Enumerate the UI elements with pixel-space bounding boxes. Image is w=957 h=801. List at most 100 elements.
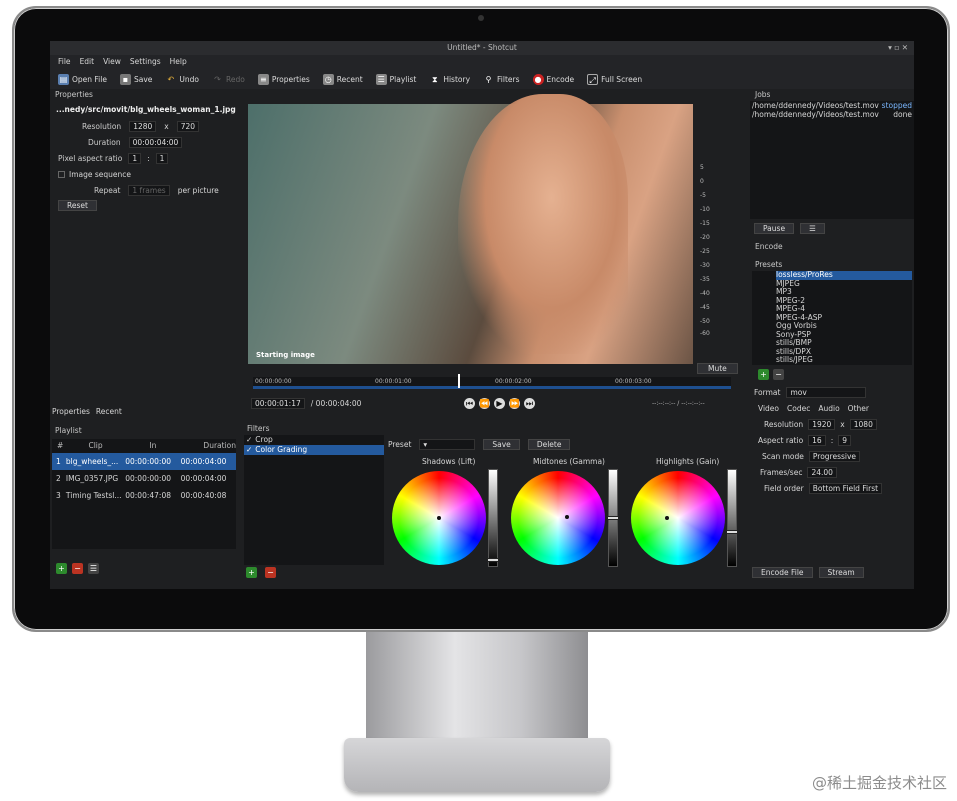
preset-item[interactable]: stills/JPEG — [776, 355, 912, 365]
open-file-button[interactable]: ▤ Open File — [58, 73, 107, 85]
wheel-handle[interactable] — [565, 515, 569, 519]
par-den-field[interactable]: 1 — [155, 152, 169, 164]
height-field[interactable]: 720 — [176, 120, 200, 132]
playhead[interactable] — [458, 374, 460, 388]
tab-codec[interactable]: Codec — [787, 404, 810, 413]
job-row[interactable]: /home/ddennedy/Videos/test.mov stopped — [752, 101, 912, 110]
field-order-select[interactable]: Bottom Field First — [808, 482, 883, 494]
reset-button[interactable]: Reset — [58, 200, 97, 211]
aspect-num-field[interactable]: 16 — [808, 434, 826, 446]
job-row[interactable]: /home/ddennedy/Videos/test.mov done — [752, 110, 912, 119]
history-button[interactable]: ⧗ History — [429, 74, 470, 85]
duration-field[interactable]: 00:00:04:00 — [128, 136, 183, 148]
webcam — [478, 15, 484, 21]
menu-settings[interactable]: Settings — [130, 55, 161, 69]
shadows-slider[interactable] — [487, 469, 499, 567]
rewind-icon[interactable]: ⏪ — [479, 398, 490, 409]
tab-properties[interactable]: Properties — [52, 407, 90, 416]
table-row[interactable]: 2 IMG_0357.JPG 00:00:00:00 00:00:04:00 — [52, 470, 236, 487]
recent-button[interactable]: ◷ Recent — [322, 73, 363, 85]
wheel-handle[interactable] — [665, 516, 669, 520]
fps-field[interactable]: 24.00 — [807, 466, 837, 478]
menu-file[interactable]: File — [58, 55, 71, 69]
remove-preset-icon[interactable]: − — [773, 369, 784, 380]
row-duration: 00:00:40:08 — [180, 491, 227, 500]
skip-previous-icon[interactable]: ⏮ — [464, 398, 475, 409]
slider-knob[interactable] — [726, 530, 738, 534]
window-title: Untitled* - Shotcut — [447, 43, 517, 52]
file-name: ...nedy/src/movit/blg_wheels_woman_1.jpg — [56, 105, 236, 114]
col-header[interactable]: Clip — [66, 439, 125, 453]
redo-button[interactable]: ↷ Redo — [212, 74, 245, 85]
stream-button[interactable]: Stream — [818, 567, 864, 578]
monitor-base — [344, 738, 610, 792]
pause-button[interactable]: Pause — [754, 223, 795, 234]
duration-label: Duration — [88, 137, 121, 147]
meter-tick: -50 — [700, 318, 710, 325]
col-header[interactable]: Duration — [181, 439, 236, 453]
format-select[interactable]: mov — [786, 386, 867, 398]
filters-button[interactable]: ⚲ Filters — [483, 74, 520, 85]
save-preset-button[interactable]: Save — [483, 439, 520, 450]
image-sequence-checkbox[interactable] — [58, 170, 65, 178]
window-controls[interactable]: ▾ ▫ ✕ — [888, 41, 908, 55]
add-filter-icon[interactable]: + — [246, 567, 257, 578]
menu-view[interactable]: View — [103, 55, 121, 69]
tab-other[interactable]: Other — [848, 404, 869, 413]
tab-video[interactable]: Video — [758, 404, 779, 413]
aspect-den-field[interactable]: 9 — [838, 434, 852, 446]
resolution-label: Resolution — [82, 121, 122, 131]
encode-file-button[interactable]: Encode File — [752, 567, 813, 578]
properties-icon: ≡ — [257, 73, 269, 85]
menu-edit[interactable]: Edit — [80, 55, 95, 69]
timeline-ruler[interactable]: 00:00:00:00 00:00:01:00 00:00:02:00 00:0… — [253, 374, 731, 389]
playlist-button[interactable]: ☰ Playlist — [375, 73, 416, 85]
midtones-color-wheel[interactable] — [511, 471, 605, 565]
remove-icon[interactable]: − — [72, 563, 83, 574]
slider-knob[interactable] — [607, 516, 619, 520]
table-row[interactable]: 1 blg_wheels_... 00:00:00:00 00:00:04:00 — [52, 453, 236, 470]
check-icon: ✓ — [246, 435, 253, 444]
preset-item[interactable]: MJPEG — [776, 279, 912, 289]
add-preset-icon[interactable]: + — [758, 369, 769, 380]
tab-recent[interactable]: Recent — [96, 407, 122, 416]
enc-width-field[interactable]: 1920 — [808, 418, 836, 430]
monitor-stand — [366, 632, 588, 752]
shadows-color-wheel[interactable] — [392, 471, 486, 565]
delete-preset-button[interactable]: Delete — [527, 439, 571, 450]
filter-item-crop[interactable]: ✓ Crop — [244, 435, 384, 445]
preset-select[interactable]: ▾ — [419, 439, 476, 450]
par-num-field[interactable]: 1 — [128, 152, 142, 164]
repeat-field[interactable]: 1 frames — [128, 184, 170, 196]
disk-icon: ▪ — [119, 73, 131, 85]
highlights-color-wheel[interactable] — [631, 471, 725, 565]
midtones-slider[interactable] — [607, 469, 619, 567]
add-icon[interactable]: + — [56, 563, 67, 574]
current-time-field[interactable]: 00:00:01:17 — [251, 398, 305, 409]
title-bar: Untitled* - Shotcut ▾ ▫ ✕ — [50, 41, 914, 55]
fast-forward-icon[interactable]: ⏩ — [509, 398, 520, 409]
mute-button[interactable]: Mute — [697, 363, 738, 374]
play-icon[interactable]: ▶ — [494, 398, 505, 409]
highlights-slider[interactable] — [726, 469, 738, 567]
filter-item-color-grading[interactable]: ✓ Color Grading — [244, 445, 384, 455]
slider-knob[interactable] — [487, 558, 499, 562]
jobs-menu-button[interactable]: ☰ — [800, 223, 825, 234]
col-header[interactable]: In — [125, 439, 180, 453]
tab-audio[interactable]: Audio — [818, 404, 839, 413]
menu-icon[interactable]: ☰ — [88, 563, 99, 574]
wheel-handle[interactable] — [437, 516, 441, 520]
col-header[interactable]: # — [52, 439, 66, 453]
width-field[interactable]: 1280 — [129, 120, 157, 132]
full-screen-button[interactable]: ⤢ Full Screen — [587, 73, 642, 85]
skip-next-icon[interactable]: ⏭ — [524, 398, 535, 409]
enc-height-field[interactable]: 1080 — [849, 418, 877, 430]
remove-filter-icon[interactable]: − — [265, 567, 276, 578]
properties-button[interactable]: ≡ Properties — [257, 73, 310, 85]
scan-select[interactable]: Progressive — [808, 450, 861, 462]
undo-button[interactable]: ↶ Undo — [165, 74, 199, 85]
save-button[interactable]: ▪ Save — [119, 73, 152, 85]
table-row[interactable]: 3 Timing Testsl... 00:00:47:08 00:00:40:… — [52, 487, 236, 504]
encode-button[interactable]: ● Encode — [532, 73, 574, 85]
menu-help[interactable]: Help — [170, 55, 187, 69]
